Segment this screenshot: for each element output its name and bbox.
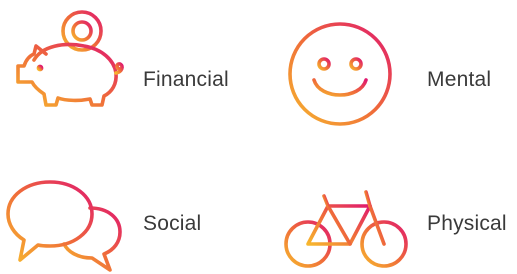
piggy-bank-icon	[6, 8, 130, 108]
category-label: Mental	[427, 68, 492, 91]
category-mental: Mental	[260, 0, 517, 136]
category-label: Social	[143, 212, 202, 235]
category-label: Physical	[427, 212, 507, 235]
speech-bubbles-icon	[6, 178, 130, 274]
bicycle-icon	[284, 184, 412, 270]
category-label: Financial	[143, 68, 229, 91]
smiley-face-icon	[286, 20, 394, 128]
category-physical: Physical	[260, 136, 517, 273]
category-financial: Financial	[0, 0, 260, 136]
category-social: Social	[0, 136, 260, 273]
